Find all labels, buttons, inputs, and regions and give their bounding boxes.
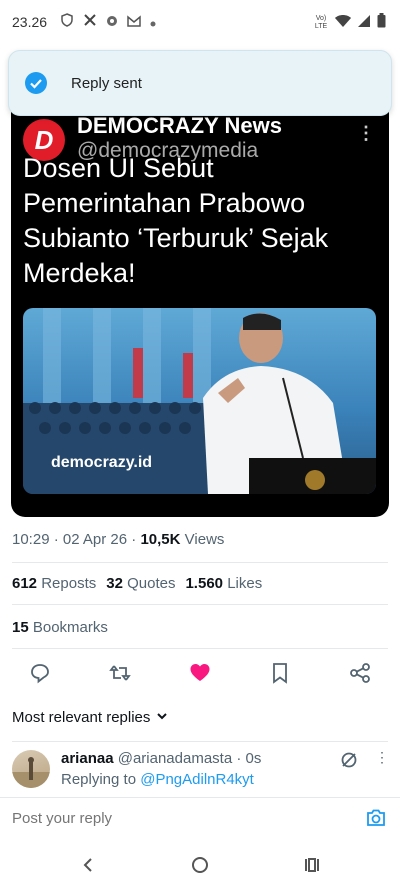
x-icon <box>83 13 97 32</box>
status-time: 23.26 <box>12 14 48 30</box>
app-icon <box>106 14 118 32</box>
divider <box>12 741 388 742</box>
like-icon[interactable] <box>185 658 215 688</box>
tweet-media[interactable]: D DEMOCRAZY News @democrazymedia ⋮ Dosen… <box>11 95 389 517</box>
bookmarks-count: 15 <box>12 619 29 636</box>
camera-icon[interactable] <box>365 807 387 834</box>
signal-icon <box>357 14 371 33</box>
reply-time: 0s <box>245 750 262 767</box>
engagement-stats: 612 Reposts 32 Quotes 1.560 Likes <box>12 575 262 592</box>
media-headline: Dosen UI Sebut Pemerintahan Prabowo Subi… <box>23 153 329 288</box>
quotes-count: 32 <box>106 575 123 592</box>
divider <box>12 604 388 605</box>
reposts-count: 612 <box>12 575 38 592</box>
battery-icon <box>377 13 386 33</box>
media-account-name: DEMOCRAZY News <box>77 113 282 138</box>
reply-item[interactable]: arianaa @arianadamasta · 0s Replying to … <box>0 745 400 795</box>
notification-icons <box>60 13 156 32</box>
recents-icon[interactable] <box>300 853 324 877</box>
more-dots-icon[interactable]: ⋮ <box>375 749 389 766</box>
bookmark-icon[interactable] <box>265 658 295 688</box>
system-icons: Vo) LTE <box>313 13 386 33</box>
wifi-icon <box>335 14 351 33</box>
tweet-date: 02 Apr 26 <box>62 531 128 548</box>
likes-stat[interactable]: 1.560 Likes <box>185 575 262 592</box>
tweet-time: 10:29 <box>12 531 50 548</box>
reply-composer <box>0 797 400 839</box>
reply-icon[interactable] <box>25 658 55 688</box>
repost-icon[interactable] <box>105 658 135 688</box>
views-label: Views <box>184 531 225 548</box>
avatar[interactable] <box>12 750 50 788</box>
tweet-actions <box>0 658 400 688</box>
news-photo: democrazy.id <box>23 308 376 494</box>
system-navigation-bar <box>0 841 400 889</box>
likes-label: Likes <box>227 575 263 592</box>
toast-message: Reply sent <box>71 75 142 92</box>
reply-header: arianaa @arianadamasta · 0s <box>61 750 262 767</box>
home-icon[interactable] <box>188 853 212 877</box>
replies-sort-label: Most relevant replies <box>12 709 151 726</box>
views-count: 10,5K <box>140 531 181 548</box>
replying-to-handle[interactable]: @PngAdilnR4kyt <box>140 771 254 788</box>
tweet-timestamp: 10:29 · 02 Apr 26 · 10,5K Views <box>12 531 225 548</box>
back-icon[interactable] <box>76 853 100 877</box>
status-bar: 23.26 Vo) LTE <box>0 0 400 46</box>
reposts-label: Reposts <box>41 575 97 592</box>
replying-to: Replying to @PngAdilnR4kyt <box>61 771 254 788</box>
reposts-stat[interactable]: 612 Reposts <box>12 575 96 592</box>
bookmarks-stat[interactable]: 15 Bookmarks <box>12 619 108 636</box>
photo-watermark: democrazy.id <box>51 454 153 471</box>
likes-count: 1.560 <box>185 575 224 592</box>
grok-icon[interactable] <box>340 751 358 774</box>
dot-icon <box>150 14 156 32</box>
shield-icon <box>60 13 74 32</box>
quotes-label: Quotes <box>127 575 176 592</box>
share-icon[interactable] <box>345 658 375 688</box>
reply-sent-toast: Reply sent <box>8 50 392 116</box>
chevron-down-icon <box>156 709 168 726</box>
gmail-icon <box>127 14 141 32</box>
quotes-stat[interactable]: 32 Quotes <box>106 575 175 592</box>
reply-input[interactable] <box>12 810 312 827</box>
check-icon <box>25 72 47 94</box>
reply-author-name[interactable]: arianaa <box>61 750 114 767</box>
network-label: Vo) LTE <box>314 15 328 30</box>
reply-author-handle: @arianadamasta <box>117 750 233 767</box>
replying-prefix: Replying to <box>61 771 137 788</box>
more-dots-icon: ⋮ <box>357 123 375 143</box>
replies-sort-dropdown[interactable]: Most relevant replies <box>12 709 168 726</box>
divider <box>12 648 388 649</box>
divider <box>12 562 388 563</box>
bookmarks-label: Bookmarks <box>32 619 108 636</box>
